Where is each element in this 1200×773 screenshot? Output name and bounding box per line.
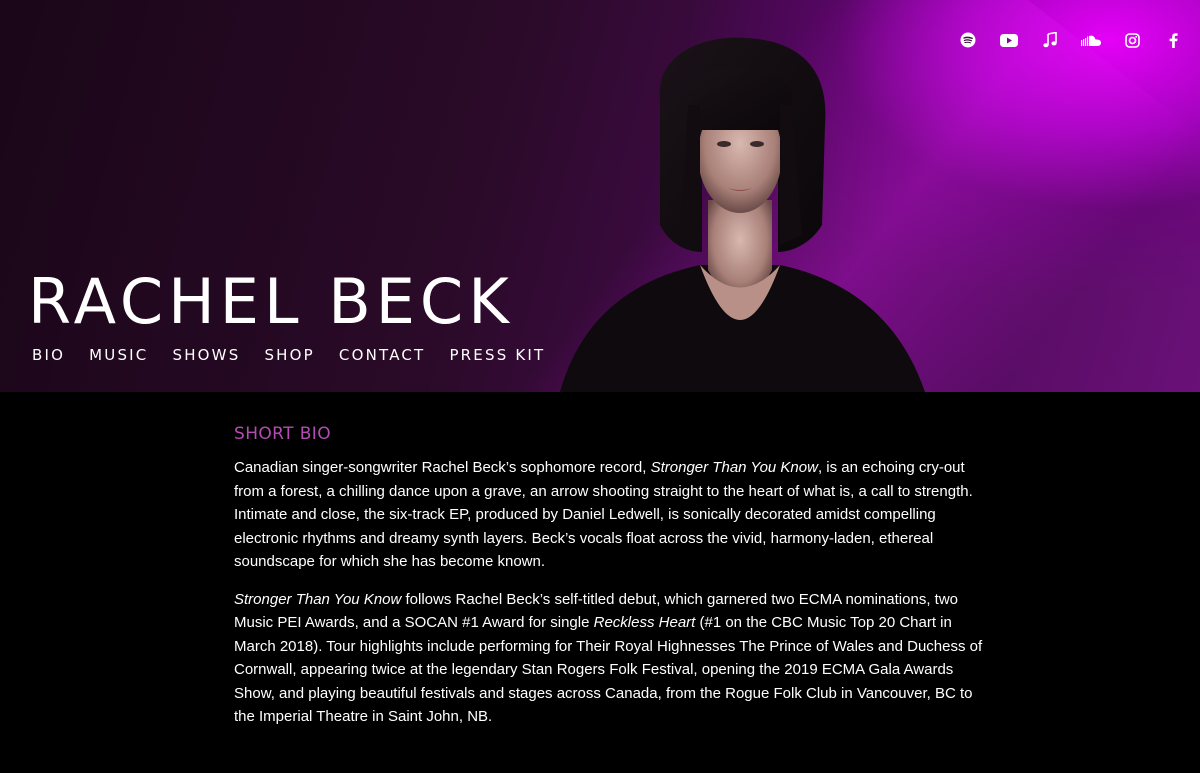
- main-nav: BIO MUSIC SHOWS SHOP CONTACT PRESS KIT: [32, 346, 545, 364]
- hero-banner: RACHEL BECK BIO MUSIC SHOWS SHOP CONTACT…: [0, 0, 1200, 392]
- nav-contact[interactable]: CONTACT: [339, 346, 426, 364]
- artist-name-logo[interactable]: RACHEL BECK: [28, 262, 514, 342]
- facebook-icon[interactable]: [1163, 31, 1183, 49]
- bio-text: Canadian singer-songwriter Rachel Beck’s…: [234, 459, 651, 476]
- nav-press-kit[interactable]: PRESS KIT: [449, 346, 545, 364]
- single-title: Reckless Heart: [593, 614, 696, 631]
- spotify-icon[interactable]: [958, 31, 978, 49]
- bio-paragraph-1: Canadian singer-songwriter Rachel Beck’s…: [234, 456, 984, 574]
- album-title: Stronger Than You Know: [650, 459, 818, 476]
- bio-paragraph-2: Stronger Than You Know follows Rachel Be…: [234, 588, 984, 729]
- apple-music-icon[interactable]: [1040, 31, 1060, 49]
- instagram-icon[interactable]: [1122, 31, 1142, 49]
- nav-music[interactable]: MUSIC: [89, 346, 148, 364]
- nav-shop[interactable]: SHOP: [264, 346, 314, 364]
- album-title: Stronger Than You Know: [234, 590, 402, 608]
- soundcloud-icon[interactable]: [1081, 31, 1101, 49]
- nav-shows[interactable]: SHOWS: [172, 346, 240, 364]
- artist-portrait: [560, 37, 925, 392]
- bio-section: SHORT BIO Canadian singer-songwriter Rac…: [234, 424, 984, 743]
- youtube-icon[interactable]: [999, 31, 1019, 49]
- nav-bio[interactable]: BIO: [32, 346, 65, 364]
- section-title: SHORT BIO: [234, 424, 331, 444]
- social-links: [958, 31, 1183, 49]
